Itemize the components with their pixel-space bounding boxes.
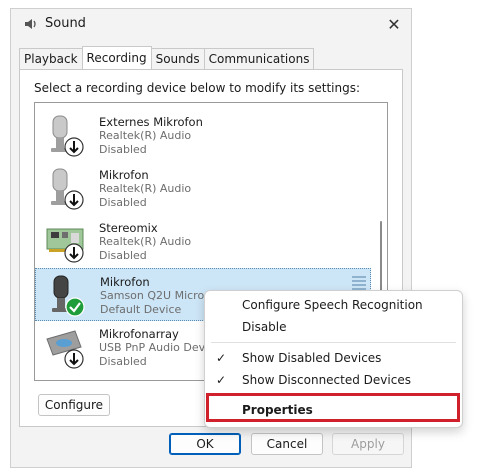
mic-array-icon (46, 330, 84, 369)
cancel-button[interactable]: Cancel (251, 433, 323, 455)
device-row-externes-mikrofon[interactable]: Externes Mikrofon Realtek(R) Audio Disab… (35, 109, 371, 162)
speaker-icon (25, 19, 36, 29)
menu-item-label: Show Disabled Devices (242, 351, 382, 365)
menu-item-show-disabled[interactable]: ✓ Show Disabled Devices (205, 347, 462, 369)
tab-recording[interactable]: Recording (81, 46, 152, 69)
window-title: Sound (45, 16, 86, 31)
menu-item-show-disconnected[interactable]: ✓ Show Disconnected Devices (205, 369, 462, 391)
device-status: Disabled (99, 196, 147, 209)
device-status: Disabled (99, 355, 147, 368)
properties-highlight (206, 393, 460, 422)
close-icon: ✕ (387, 14, 401, 34)
close-button[interactable]: ✕ (377, 9, 411, 39)
configure-button[interactable]: Configure (38, 394, 110, 416)
ok-button[interactable]: OK (169, 433, 241, 455)
microphone-icon (52, 275, 85, 317)
circuit-board-icon (46, 228, 84, 263)
device-name: Externes Mikrofon (99, 115, 203, 129)
device-driver: USB PnP Audio Devic (99, 341, 215, 354)
checkmark-icon: ✓ (216, 373, 227, 387)
device-driver: Realtek(R) Audio (99, 129, 192, 142)
tab-communications[interactable]: Communications (203, 48, 315, 69)
apply-button: Apply (332, 433, 404, 455)
checkmark-icon: ✓ (216, 351, 227, 365)
title-bar: Sound ✕ (11, 9, 411, 39)
device-name: Stereomix (99, 221, 158, 235)
microphone-icon (51, 115, 84, 157)
device-driver: Realtek(R) Audio (99, 182, 192, 195)
device-name: Mikrofon (99, 168, 149, 182)
device-row-stereomix[interactable]: Stereomix Realtek(R) Audio Disabled (35, 215, 371, 268)
device-row-mikrofon-realtek[interactable]: Mikrofon Realtek(R) Audio Disabled (35, 162, 371, 215)
device-name: Mikrofonarray (99, 327, 179, 341)
menu-item-label: Disable (242, 320, 287, 334)
menu-item-label: Show Disconnected Devices (242, 373, 411, 387)
device-name: Mikrofon (100, 275, 150, 289)
device-status: Disabled (99, 249, 147, 262)
instruction-text: Select a recording device below to modif… (34, 81, 361, 95)
menu-separator (211, 342, 456, 343)
device-status: Disabled (99, 143, 147, 156)
tab-sounds[interactable]: Sounds (150, 48, 205, 69)
tab-strip: Playback Recording Sounds Communications (19, 46, 315, 69)
menu-item-configure-speech[interactable]: Configure Speech Recognition (205, 294, 462, 316)
device-status: Default Device (100, 303, 182, 316)
device-driver: Realtek(R) Audio (99, 235, 192, 248)
menu-item-label: Configure Speech Recognition (242, 298, 423, 312)
microphone-icon (51, 168, 84, 210)
tab-playback[interactable]: Playback (19, 48, 83, 69)
menu-item-disable[interactable]: Disable (205, 316, 462, 338)
